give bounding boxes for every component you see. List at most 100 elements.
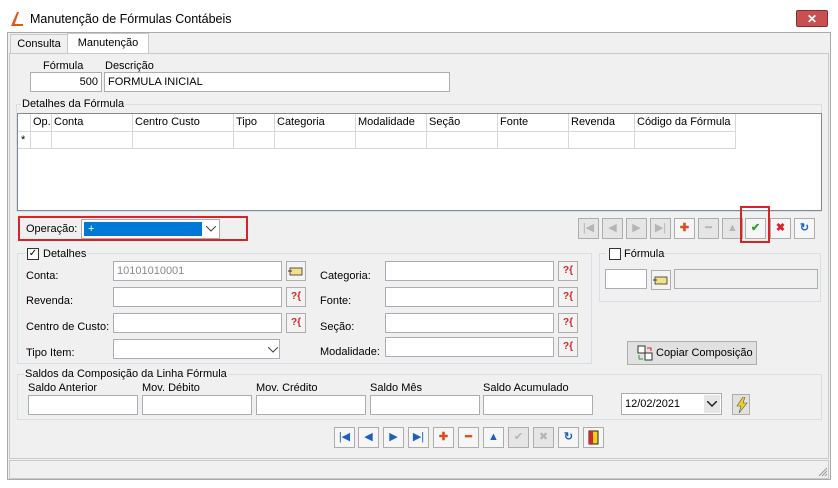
bottom-add-button[interactable]: ✚ [433,427,454,448]
secao-field[interactable] [385,313,554,333]
centro-custo-label: Centro de Custo: [26,321,110,333]
operacao-selected-value: + [84,222,202,236]
fonte-lookup-icon[interactable]: ?{ [558,287,578,307]
operacao-label: Operação: [26,223,78,235]
bottom-prev-button[interactable]: ◀ [358,427,379,448]
prev-record-button[interactable]: ◀ [602,218,623,239]
modalidade-field[interactable] [385,337,554,357]
saldo-acumulado-field[interactable] [483,395,593,415]
column-header-fonte[interactable]: Fonte [498,114,569,132]
hand-pointer-icon [653,276,668,285]
saldo-mes-field[interactable] [370,395,480,415]
first-record-button[interactable]: |◀ [578,218,599,239]
operacao-select[interactable]: + [81,219,220,239]
saldo-anterior-field[interactable] [28,395,138,415]
bottom-confirm-button[interactable]: ✔ [508,427,529,448]
next-record-button[interactable]: ▶ [626,218,647,239]
lightning-icon [736,397,748,413]
new-row-cell[interactable] [356,132,427,149]
new-row-cell[interactable] [133,132,234,149]
saldos-title: Saldos da Composição da Linha Fórmula [24,368,228,380]
copiar-composicao-button[interactable]: Copiar Composição [627,341,757,365]
column-header-modalidade[interactable]: Modalidade [356,114,427,132]
descricao-field[interactable]: FORMULA INICIAL [104,72,450,92]
bottom-up-button[interactable]: ▲ [483,427,504,448]
remove-record-button[interactable]: ━ [698,218,719,239]
chevron-down-icon [707,401,717,407]
last-record-button[interactable]: ▶| [650,218,671,239]
modalidade-label: Modalidade: [320,346,380,358]
conta-lookup-icon[interactable] [286,261,306,281]
column-header-conta[interactable]: Conta [52,114,133,132]
bottom-last-button[interactable]: ▶| [408,427,429,448]
detalhes-formula-title: Detalhes da Fórmula [21,98,126,110]
column-header-secao[interactable]: Seção [427,114,498,132]
refresh-button[interactable]: ↻ [794,218,815,239]
add-record-button[interactable]: ✚ [674,218,695,239]
mov-debito-field[interactable] [142,395,252,415]
formula-description-field[interactable] [674,269,818,289]
new-row-cell[interactable] [31,132,52,149]
modalidade-lookup-icon[interactable]: ?{ [558,337,578,357]
mov-credito-label: Mov. Crédito [256,382,318,394]
chevron-down-icon [206,226,216,232]
column-header-tipo[interactable]: Tipo [234,114,275,132]
tab-consulta[interactable]: Consulta [10,34,68,53]
bottom-first-button[interactable]: |◀ [334,427,355,448]
saldo-anterior-label: Saldo Anterior [28,382,98,394]
formula-details-grid[interactable]: Op. Conta Centro Custo Tipo Categoria Mo… [17,113,822,211]
categoria-field[interactable] [385,261,554,281]
bottom-remove-button[interactable]: ━ [458,427,479,448]
new-row-cell[interactable] [427,132,498,149]
fonte-label: Fonte: [320,295,352,307]
new-row-cell[interactable] [635,132,736,149]
bottom-refresh-button[interactable]: ↻ [558,427,579,448]
fonte-field[interactable] [385,287,554,307]
window-title: Manutenção de Fórmulas Contábeis [30,12,232,26]
new-row-cell[interactable] [52,132,133,149]
bottom-cancel-button[interactable]: ✖ [533,427,554,448]
mov-credito-field[interactable] [256,395,366,415]
new-row-cell[interactable] [275,132,356,149]
formula-number-field[interactable]: 500 [30,72,102,92]
secao-label: Seção: [320,321,355,333]
conta-field[interactable]: 10101010001 [113,261,282,281]
column-header-centro-custo[interactable]: Centro Custo [133,114,234,132]
formula-label: Fórmula [43,60,84,72]
tab-manutencao[interactable]: Manutenção [67,33,149,54]
categoria-lookup-icon[interactable]: ?{ [558,261,578,281]
saldo-acumulado-label: Saldo Acumulado [483,382,569,394]
column-header-codigo-formula[interactable]: Código da Fórmula [635,114,736,132]
bottom-next-button[interactable]: ▶ [383,427,404,448]
new-row-cell[interactable] [498,132,569,149]
calculate-balance-button[interactable] [732,394,750,415]
secao-lookup-icon[interactable]: ?{ [558,313,578,333]
formula-code-field[interactable] [605,269,647,289]
formula-checkbox[interactable] [609,248,621,260]
cancel-button[interactable]: ✖ [770,218,791,239]
new-row-cell[interactable] [234,132,275,149]
centro-custo-lookup-icon[interactable]: ?{ [286,313,306,333]
new-row-cell[interactable] [569,132,635,149]
tipo-item-label: Tipo Item: [26,347,75,359]
revenda-lookup-icon[interactable]: ?{ [286,287,306,307]
close-button[interactable]: ✕ [796,10,828,27]
date-dropdown-button[interactable] [704,395,720,413]
exit-button[interactable] [583,427,604,448]
resize-grip-icon[interactable] [818,467,828,477]
tipo-item-select[interactable] [113,339,280,359]
descricao-label: Descrição [105,60,154,72]
column-header-revenda[interactable]: Revenda [569,114,635,132]
exit-door-icon [588,430,599,445]
centro-custo-field[interactable] [113,313,282,333]
app-logo-icon [11,12,23,26]
formula-lookup-icon[interactable] [651,270,671,290]
mov-debito-label: Mov. Débito [142,382,200,394]
confirm-button[interactable]: ✔ [745,218,766,239]
column-header-categoria[interactable]: Categoria [275,114,356,132]
conta-label: Conta: [26,270,59,282]
revenda-field[interactable] [113,287,282,307]
column-header-op[interactable]: Op. [31,114,52,132]
detalhes-checkbox-label: Detalhes [43,248,87,260]
detalhes-checkbox[interactable]: ✓ [27,248,39,260]
